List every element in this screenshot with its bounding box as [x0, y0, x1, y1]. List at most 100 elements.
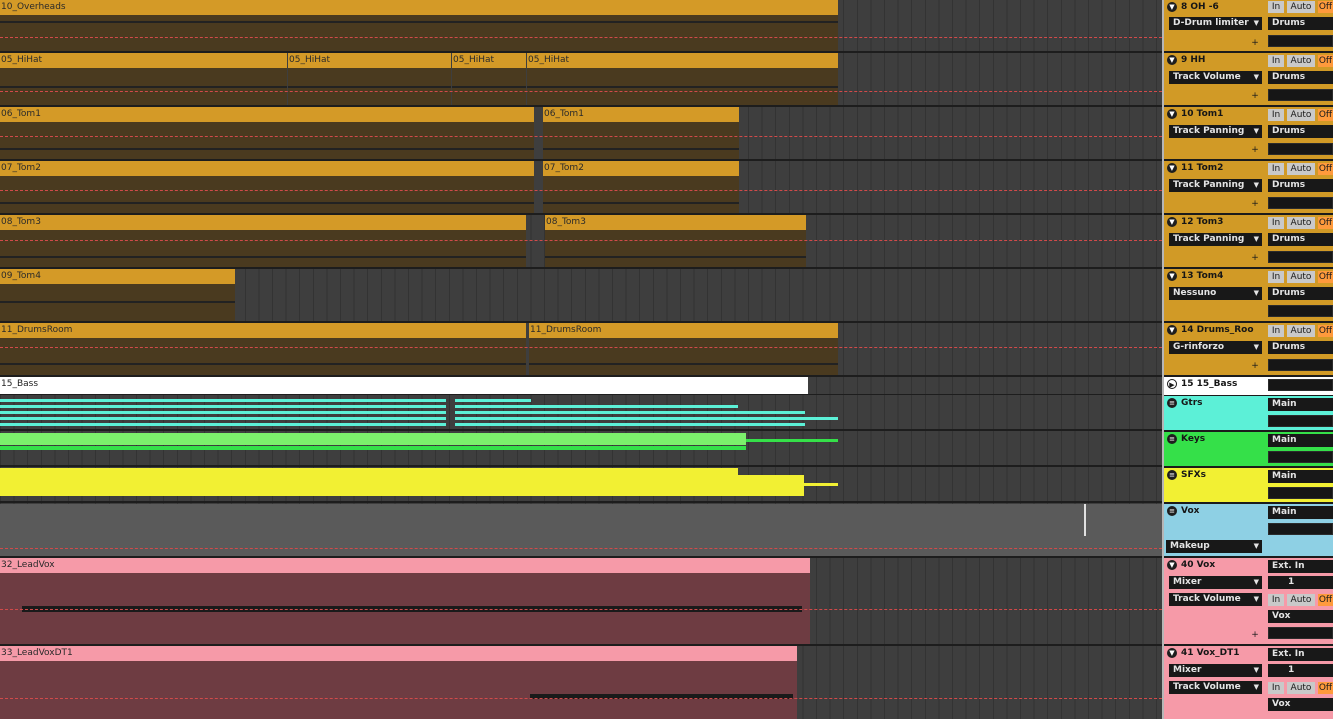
- output-dropdown[interactable]: Drums: [1268, 233, 1333, 246]
- group-name[interactable]: Vox: [1164, 504, 1263, 519]
- empty-selector[interactable]: [1268, 415, 1333, 427]
- off-button[interactable]: Off: [1318, 109, 1333, 121]
- audio-clip[interactable]: 10_Overheads: [0, 0, 838, 51]
- audio-clip[interactable]: 11_DrumsRoom: [0, 323, 526, 375]
- off-button[interactable]: Off: [1318, 594, 1333, 606]
- audio-clip[interactable]: 32_LeadVox: [0, 558, 810, 644]
- auto-button[interactable]: Auto: [1287, 163, 1315, 175]
- auto-button[interactable]: Auto: [1287, 109, 1315, 121]
- output-dropdown[interactable]: Vox: [1268, 698, 1333, 711]
- audio-clip[interactable]: 09_Tom4: [0, 269, 235, 321]
- automation-line[interactable]: [0, 91, 1162, 92]
- triangle-down-icon[interactable]: ▼: [1167, 325, 1177, 335]
- device-dropdown[interactable]: Mixer ▼: [1169, 576, 1262, 589]
- output-dropdown[interactable]: Main: [1268, 434, 1333, 447]
- track-header-12-tom3[interactable]: 12 Tom3 ▼ Track Panning ▼ + In Auto Off D…: [1164, 215, 1333, 269]
- empty-selector[interactable]: [1268, 197, 1333, 209]
- group-lane-keys[interactable]: [0, 432, 1162, 467]
- device-dropdown[interactable]: D-Drum limiter ▼: [1169, 17, 1262, 30]
- triangle-down-icon[interactable]: ▼: [1167, 560, 1177, 570]
- track-name[interactable]: 9 HH: [1164, 53, 1263, 68]
- automation-line[interactable]: [0, 37, 1162, 38]
- track-lane-leadvoxdt1[interactable]: 33_LeadVoxDT1: [0, 646, 1162, 719]
- group-header-keys[interactable]: Keys ≡ Main: [1164, 432, 1333, 468]
- automation-line[interactable]: [0, 698, 1162, 699]
- plus-icon[interactable]: +: [1250, 145, 1260, 155]
- auto-button[interactable]: Auto: [1287, 594, 1315, 606]
- group-icon[interactable]: ≡: [1167, 470, 1177, 480]
- parameter-dropdown[interactable]: Track Volume ▼: [1169, 593, 1262, 606]
- track-lane-drumsroom[interactable]: 11_DrumsRoom 11_DrumsRoom: [0, 323, 1162, 377]
- parameter-dropdown[interactable]: Track Volume ▼: [1169, 681, 1262, 694]
- plus-icon[interactable]: +: [1250, 361, 1260, 371]
- output-dropdown[interactable]: Drums: [1268, 17, 1333, 30]
- audio-clip[interactable]: 11_DrumsRoom: [529, 323, 838, 375]
- track-lane-tom2[interactable]: 07_Tom2 07_Tom2: [0, 161, 1162, 215]
- automation-line[interactable]: [0, 347, 1162, 348]
- device-dropdown[interactable]: Mixer ▼: [1169, 664, 1262, 677]
- empty-selector[interactable]: [1268, 305, 1333, 317]
- input-button[interactable]: In: [1268, 594, 1284, 606]
- track-name[interactable]: 14 Drums_Roo: [1164, 323, 1263, 338]
- plus-icon[interactable]: +: [1250, 199, 1260, 209]
- track-name[interactable]: 8 OH -6: [1164, 0, 1263, 15]
- triangle-down-icon[interactable]: ▼: [1167, 163, 1177, 173]
- audio-clip[interactable]: 33_LeadVoxDT1: [0, 646, 797, 719]
- device-dropdown[interactable]: Makeup ▼: [1166, 540, 1262, 553]
- track-header-41-vox-dt1[interactable]: 41 Vox_DT1 ▼ Mixer ▼ Track Volume ▼ Ext. I…: [1164, 646, 1333, 719]
- group-name[interactable]: SFXs: [1164, 468, 1263, 483]
- group-header-vox[interactable]: Vox ≡ Makeup ▼ Main: [1164, 504, 1333, 558]
- plus-icon[interactable]: +: [1250, 630, 1260, 640]
- track-header-9-hh[interactable]: 9 HH ▼ Track Volume ▼ + In Auto Off Drums: [1164, 53, 1333, 107]
- off-button[interactable]: Off: [1318, 1, 1333, 13]
- audio-clip[interactable]: 05_HiHat: [527, 53, 838, 105]
- track-name[interactable]: 13 Tom4: [1164, 269, 1263, 284]
- input-type-dropdown[interactable]: Ext. In: [1268, 560, 1333, 573]
- empty-selector[interactable]: [1268, 487, 1333, 499]
- off-button[interactable]: Off: [1318, 325, 1333, 337]
- group-lane-sfxs[interactable]: [0, 468, 1162, 503]
- device-dropdown[interactable]: Track Panning ▼: [1169, 179, 1262, 192]
- empty-selector[interactable]: [1268, 89, 1333, 101]
- output-dropdown[interactable]: Drums: [1268, 71, 1333, 84]
- input-button[interactable]: In: [1268, 163, 1284, 175]
- input-button[interactable]: In: [1268, 271, 1284, 283]
- output-selector[interactable]: [1268, 379, 1333, 391]
- output-dropdown[interactable]: Drums: [1268, 287, 1333, 300]
- track-name[interactable]: 15 15_Bass: [1164, 377, 1265, 392]
- track-name[interactable]: 10 Tom1: [1164, 107, 1263, 122]
- device-dropdown[interactable]: Track Panning ▼: [1169, 233, 1262, 246]
- audio-clip[interactable]: 08_Tom3: [545, 215, 806, 267]
- automation-line[interactable]: [0, 240, 1162, 241]
- empty-selector[interactable]: [1268, 251, 1333, 263]
- track-lane-bass[interactable]: 15_Bass: [0, 377, 1162, 395]
- audio-clip[interactable]: 15_Bass: [0, 377, 808, 394]
- input-button[interactable]: In: [1268, 1, 1284, 13]
- group-header-sfxs[interactable]: SFXs ≡ Main: [1164, 468, 1333, 504]
- triangle-down-icon[interactable]: ▼: [1167, 271, 1177, 281]
- device-dropdown[interactable]: G-rinforzo ▼: [1169, 341, 1262, 354]
- track-lane-leadvox[interactable]: 32_LeadVox: [0, 558, 1162, 646]
- device-dropdown[interactable]: Track Panning ▼: [1169, 125, 1262, 138]
- output-dropdown[interactable]: Drums: [1268, 179, 1333, 192]
- group-icon[interactable]: ≡: [1167, 506, 1177, 516]
- group-icon[interactable]: ≡: [1167, 398, 1177, 408]
- group-lane-gtrs[interactable]: [0, 396, 1162, 431]
- automation-line[interactable]: [0, 136, 1162, 137]
- track-name[interactable]: 12 Tom3: [1164, 215, 1263, 230]
- arrangement-view[interactable]: 10_Overheads 05_HiHat 05_HiHat 05_HiHat …: [0, 0, 1162, 719]
- input-channel-dropdown[interactable]: 1: [1268, 664, 1333, 677]
- group-header-gtrs[interactable]: Gtrs ≡ Main: [1164, 396, 1333, 432]
- off-button[interactable]: Off: [1318, 163, 1333, 175]
- off-button[interactable]: Off: [1318, 55, 1333, 67]
- output-dropdown[interactable]: Drums: [1268, 125, 1333, 138]
- audio-clip[interactable]: 07_Tom2: [0, 161, 534, 213]
- track-header-14-drums-room[interactable]: 14 Drums_Roo ▼ G-rinforzo ▼ + In Auto Off…: [1164, 323, 1333, 377]
- group-icon[interactable]: ≡: [1167, 434, 1177, 444]
- group-name[interactable]: Keys: [1164, 432, 1263, 447]
- auto-button[interactable]: Auto: [1287, 1, 1315, 13]
- track-header-10-tom1[interactable]: 10 Tom1 ▼ Track Panning ▼ + In Auto Off D…: [1164, 107, 1333, 161]
- empty-selector[interactable]: [1268, 35, 1333, 47]
- input-button[interactable]: In: [1268, 55, 1284, 67]
- audio-clip[interactable]: 08_Tom3: [0, 215, 526, 267]
